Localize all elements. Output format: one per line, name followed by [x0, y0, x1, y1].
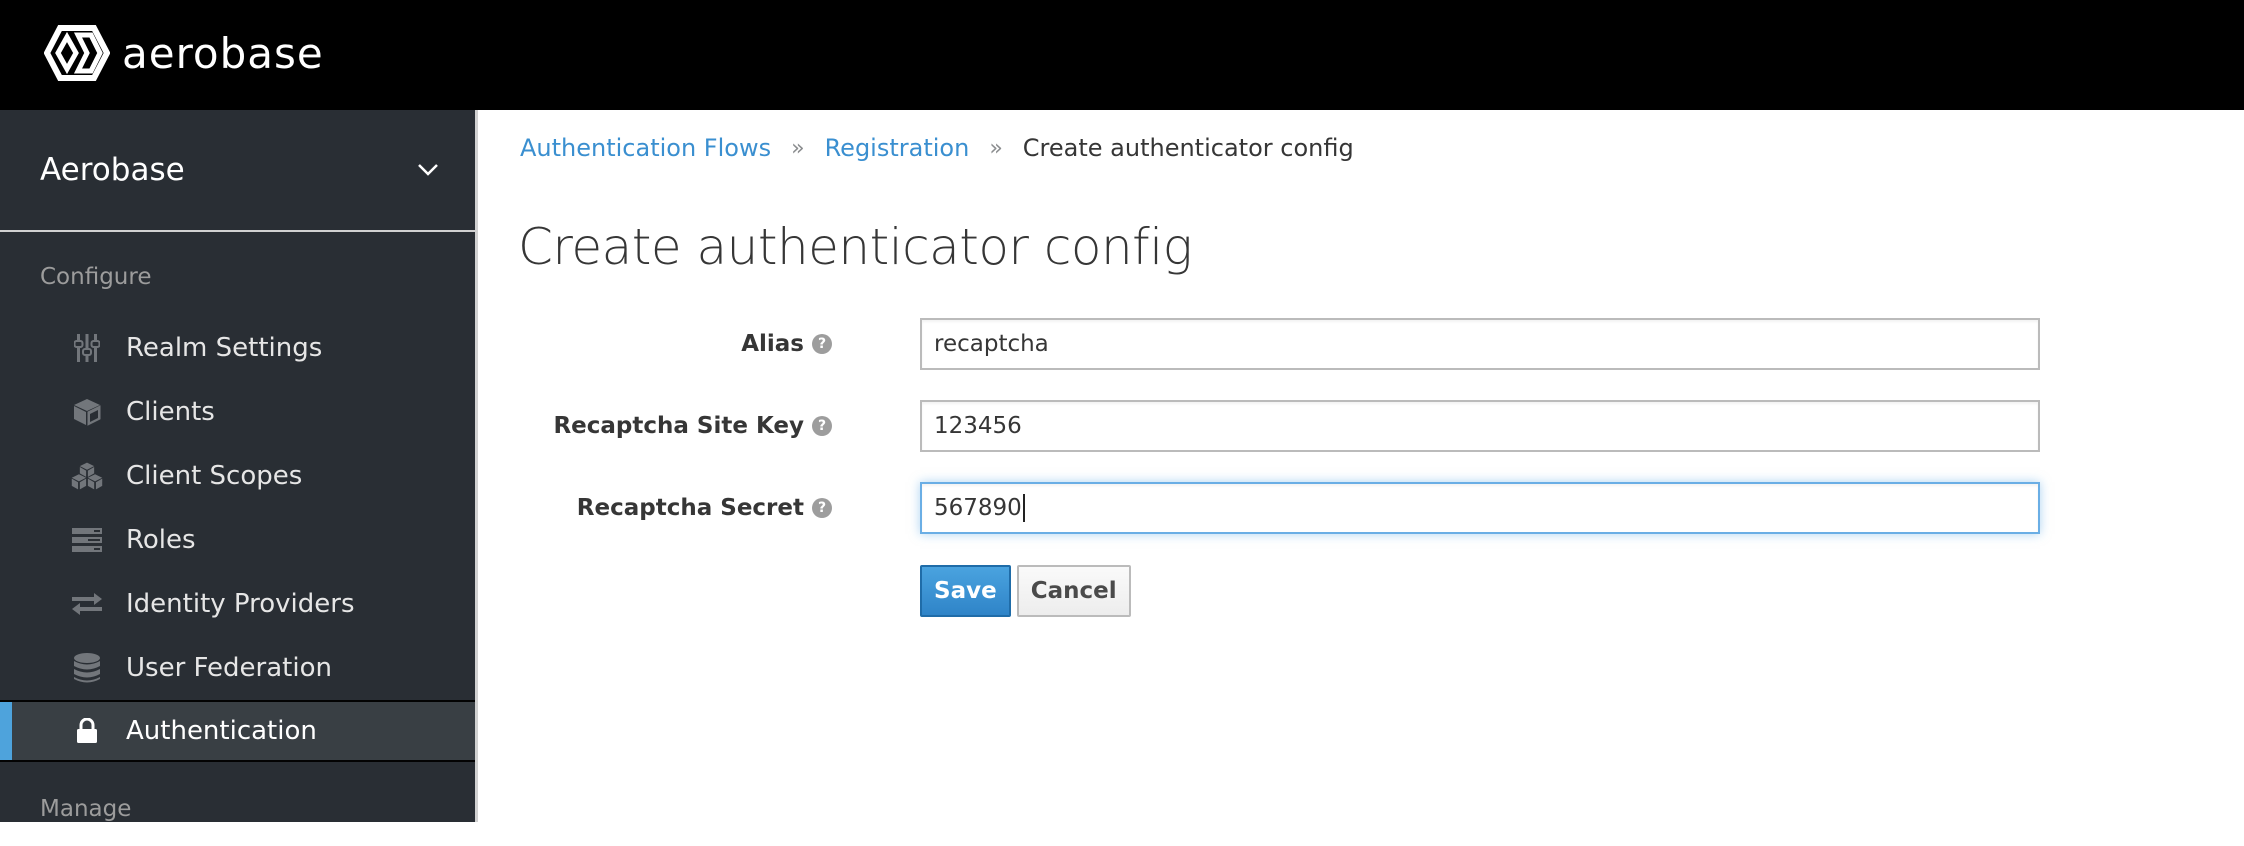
- chevron-down-icon: [417, 163, 439, 177]
- sidebar-item-client-scopes[interactable]: Client Scopes: [0, 444, 475, 508]
- realm-name: Aerobase: [40, 152, 185, 188]
- question-circle-icon[interactable]: ?: [812, 334, 832, 354]
- save-button[interactable]: Save: [920, 565, 1011, 617]
- breadcrumb-registration[interactable]: Registration: [825, 134, 970, 162]
- secret-label: Recaptcha Secret ?: [478, 495, 838, 521]
- sidebar-item-label: Authentication: [126, 716, 317, 746]
- sliders-icon: [70, 331, 104, 365]
- breadcrumb-current: Create authenticator config: [1023, 134, 1354, 162]
- secret-input-value: 567890: [934, 495, 1022, 521]
- aerobase-logo-icon: [44, 25, 110, 85]
- form-actions: Save Cancel: [920, 565, 1131, 617]
- site-key-label: Recaptcha Site Key ?: [478, 413, 838, 439]
- form-row-site-key: Recaptcha Site Key ? 123456: [478, 400, 2078, 452]
- text-caret: [1023, 494, 1025, 522]
- section-title-manage: Manage: [0, 762, 475, 846]
- page-title: Create authenticator config: [518, 218, 1192, 276]
- server-stack-icon: [70, 523, 104, 557]
- brand-logo[interactable]: aerobase: [44, 25, 324, 85]
- realm-selector[interactable]: Aerobase: [0, 110, 475, 232]
- question-circle-icon[interactable]: ?: [812, 498, 832, 518]
- sidebar-item-label: Clients: [126, 397, 215, 427]
- sidebar-item-label: Client Scopes: [126, 461, 302, 491]
- sidebar: Aerobase Configure Realm Settings: [0, 110, 478, 822]
- question-circle-icon[interactable]: ?: [812, 416, 832, 436]
- breadcrumb: Authentication Flows » Registration » Cr…: [520, 134, 1354, 162]
- exchange-arrows-icon: [70, 587, 104, 621]
- section-title-configure: Configure: [0, 232, 475, 316]
- alias-label-text: Alias: [741, 331, 804, 357]
- sidebar-item-authentication[interactable]: Authentication: [0, 700, 475, 762]
- sidebar-item-label: Roles: [126, 525, 196, 555]
- database-icon: [70, 651, 104, 685]
- sidebar-item-label: Realm Settings: [126, 333, 322, 363]
- secret-label-text: Recaptcha Secret: [577, 495, 804, 521]
- breadcrumb-separator: »: [989, 136, 1002, 161]
- breadcrumb-authentication-flows[interactable]: Authentication Flows: [520, 134, 771, 162]
- sidebar-item-roles[interactable]: Roles: [0, 508, 475, 572]
- sidebar-item-label: Identity Providers: [126, 589, 355, 619]
- main-content: Authentication Flows » Registration » Cr…: [478, 110, 2244, 822]
- top-navbar: aerobase: [0, 0, 2244, 110]
- brand-name: aerobase: [122, 29, 324, 78]
- cubes-icon: [70, 459, 104, 493]
- sidebar-item-identity-providers[interactable]: Identity Providers: [0, 572, 475, 636]
- form-row-secret: Recaptcha Secret ? 567890: [478, 482, 2078, 534]
- secret-input[interactable]: 567890: [920, 482, 2040, 534]
- sidebar-item-realm-settings[interactable]: Realm Settings: [0, 316, 475, 380]
- lock-icon: [70, 714, 104, 748]
- sidebar-item-label: User Federation: [126, 653, 332, 683]
- sidebar-item-clients[interactable]: Clients: [0, 380, 475, 444]
- form-row-alias: Alias ? recaptcha: [478, 318, 2078, 370]
- alias-input-value: recaptcha: [934, 331, 1049, 357]
- site-key-input-value: 123456: [934, 413, 1022, 439]
- sidebar-item-user-federation[interactable]: User Federation: [0, 636, 475, 700]
- cube-icon: [70, 395, 104, 429]
- alias-input[interactable]: recaptcha: [920, 318, 2040, 370]
- alias-label: Alias ?: [478, 331, 838, 357]
- cancel-button[interactable]: Cancel: [1017, 565, 1131, 617]
- site-key-label-text: Recaptcha Site Key: [553, 413, 804, 439]
- breadcrumb-separator: »: [791, 136, 804, 161]
- site-key-input[interactable]: 123456: [920, 400, 2040, 452]
